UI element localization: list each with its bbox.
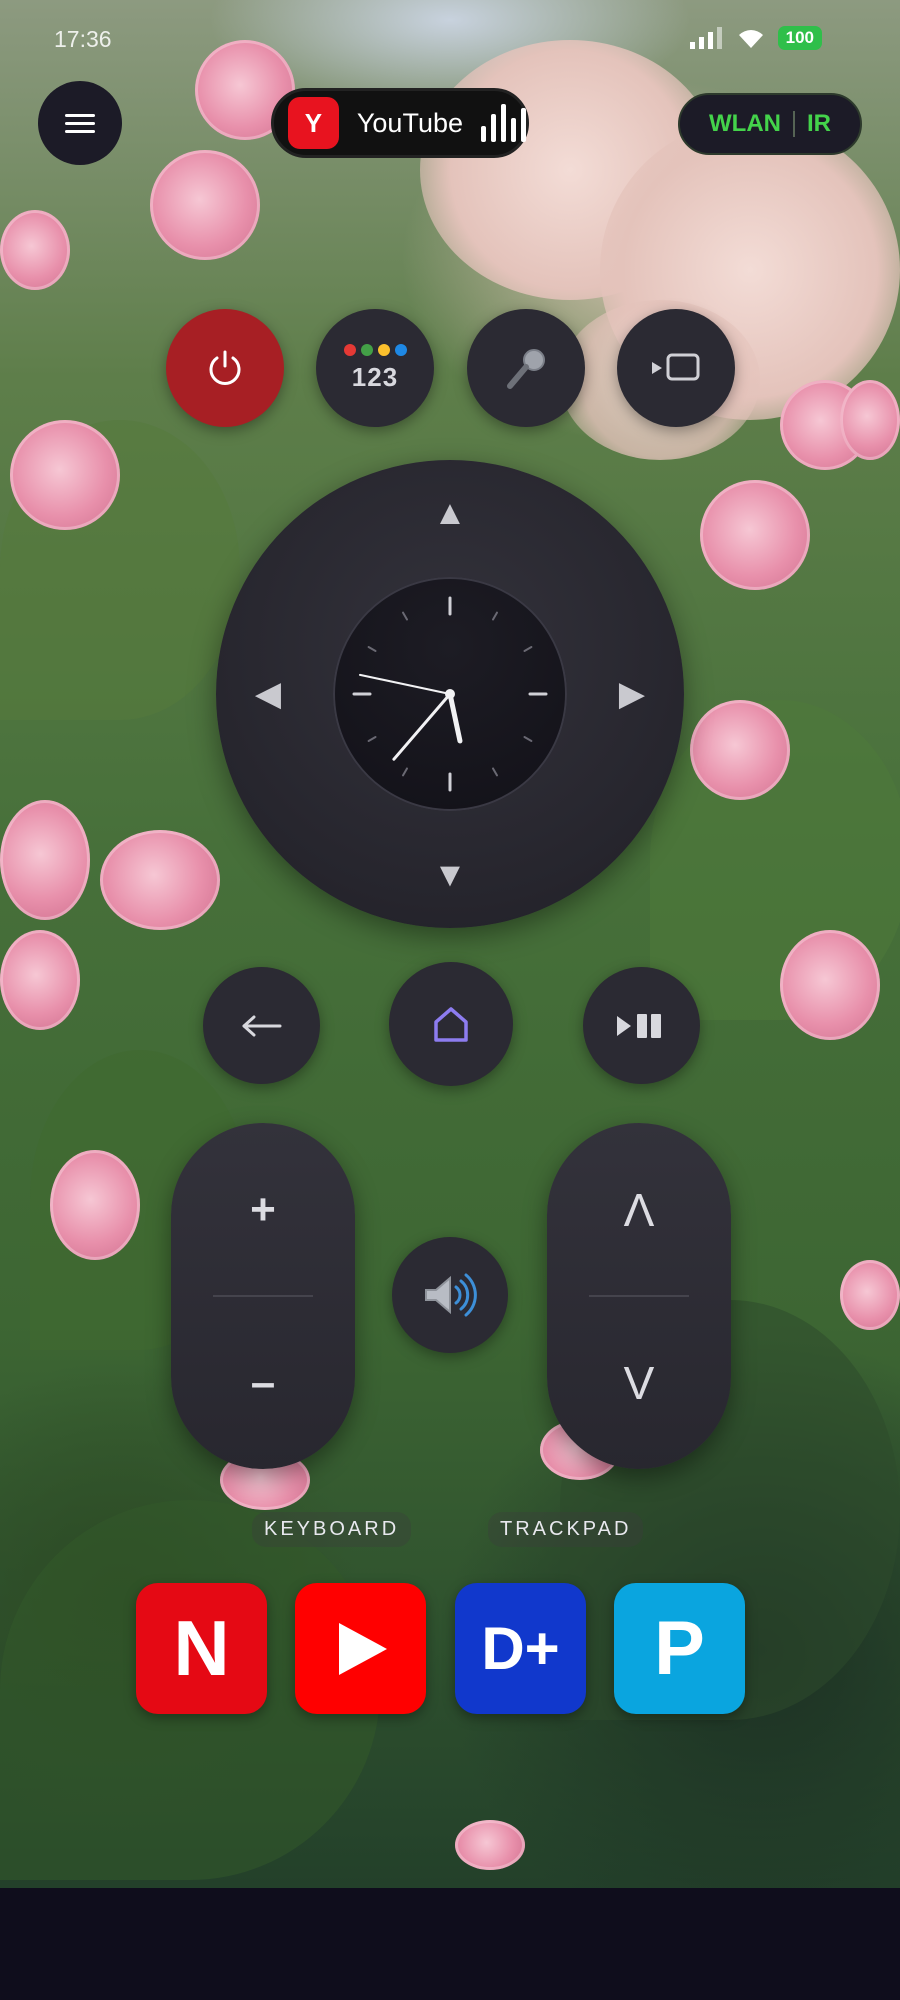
sound-mute-button[interactable] <box>392 1237 508 1353</box>
volume-up-button[interactable]: + <box>171 1123 355 1296</box>
netflix-icon: N <box>173 1604 230 1692</box>
clock-tick <box>492 611 498 621</box>
garden-wallpaper <box>0 0 900 1888</box>
current-app-name: YouTube <box>356 107 463 138</box>
audio-bars-icon <box>481 104 526 142</box>
system-navigation-bar <box>0 1888 900 2000</box>
clock-tick <box>367 646 377 652</box>
play-pause-button[interactable] <box>583 967 700 1084</box>
clock-second-hand <box>359 673 451 695</box>
speaker-icon <box>425 1273 477 1317</box>
youtube-app-button[interactable] <box>295 1583 426 1714</box>
trackpad-button[interactable]: TRACKPAD <box>488 1512 644 1547</box>
volume-rocker: + – <box>171 1123 355 1469</box>
ok-button-clock[interactable] <box>333 577 567 811</box>
channel-down-label: V <box>623 1356 655 1409</box>
volume-up-label: + <box>250 1184 276 1234</box>
clock-tick <box>523 646 533 652</box>
microphone-icon <box>507 349 545 389</box>
volume-down-label: – <box>250 1357 276 1407</box>
clock-tick <box>523 736 533 742</box>
prime-video-icon: P <box>654 1606 705 1691</box>
hamburger-menu-icon <box>65 109 95 138</box>
dpad-left-button[interactable]: ◀ <box>243 677 293 711</box>
directional-pad: ▲ ▼ ◀ ▶ <box>216 460 684 928</box>
dpad-up-button[interactable]: ▲ <box>425 496 475 530</box>
volume-down-button[interactable]: – <box>171 1296 355 1469</box>
wifi-icon <box>738 30 763 48</box>
disney-plus-app-button[interactable]: D+ <box>455 1583 586 1714</box>
power-button[interactable] <box>166 309 284 427</box>
dpad-right-button[interactable]: ▶ <box>607 677 657 711</box>
ir-option[interactable]: IR <box>807 110 831 138</box>
keyboard-button[interactable]: KEYBOARD <box>252 1512 412 1547</box>
wlan-option[interactable]: WLAN <box>709 110 781 138</box>
status-time: 17:36 <box>54 26 112 52</box>
clock-icon <box>352 596 548 792</box>
disney-plus-icon: D+ <box>481 1615 560 1682</box>
clock-hour-hand <box>447 691 463 744</box>
power-icon <box>209 350 241 385</box>
clock-tick <box>402 767 408 777</box>
prime-video-app-button[interactable]: P <box>614 1583 745 1714</box>
channel-up-button[interactable]: Λ <box>547 1123 731 1296</box>
back-arrow-icon <box>242 1015 281 1036</box>
clock-tick <box>402 611 408 621</box>
connection-mode-toggle[interactable]: WLAN IR <box>678 93 862 155</box>
home-icon <box>434 1007 468 1042</box>
color-keys-icon <box>343 343 407 356</box>
play-pause-icon <box>616 1013 661 1038</box>
input-source-button[interactable] <box>617 309 735 427</box>
channel-up-label: Λ <box>623 1183 655 1236</box>
channel-down-button[interactable]: V <box>547 1296 731 1469</box>
input-source-icon <box>652 353 700 381</box>
dpad-down-button[interactable]: ▼ <box>425 858 475 892</box>
numpad-button[interactable]: 123 <box>316 309 434 427</box>
status-icons: 100 <box>689 26 822 50</box>
home-button[interactable] <box>389 962 513 1086</box>
clock-center <box>445 689 455 699</box>
current-app-badge: Y <box>288 97 339 149</box>
voice-search-button[interactable] <box>467 309 585 427</box>
clock-tick <box>492 767 498 777</box>
clock-tick <box>367 736 377 742</box>
menu-button[interactable] <box>38 81 122 165</box>
channel-rocker: Λ V <box>547 1123 731 1469</box>
battery-badge: 100 <box>777 26 822 50</box>
connection-divider <box>792 111 795 137</box>
youtube-play-icon <box>338 1622 387 1675</box>
clock-minute-hand <box>392 692 452 761</box>
netflix-app-button[interactable]: N <box>136 1583 267 1714</box>
signal-icon <box>689 27 722 49</box>
numpad-label: 123 <box>351 361 399 392</box>
current-app-pill[interactable]: Y YouTube <box>271 88 529 158</box>
back-button[interactable] <box>203 967 320 1084</box>
